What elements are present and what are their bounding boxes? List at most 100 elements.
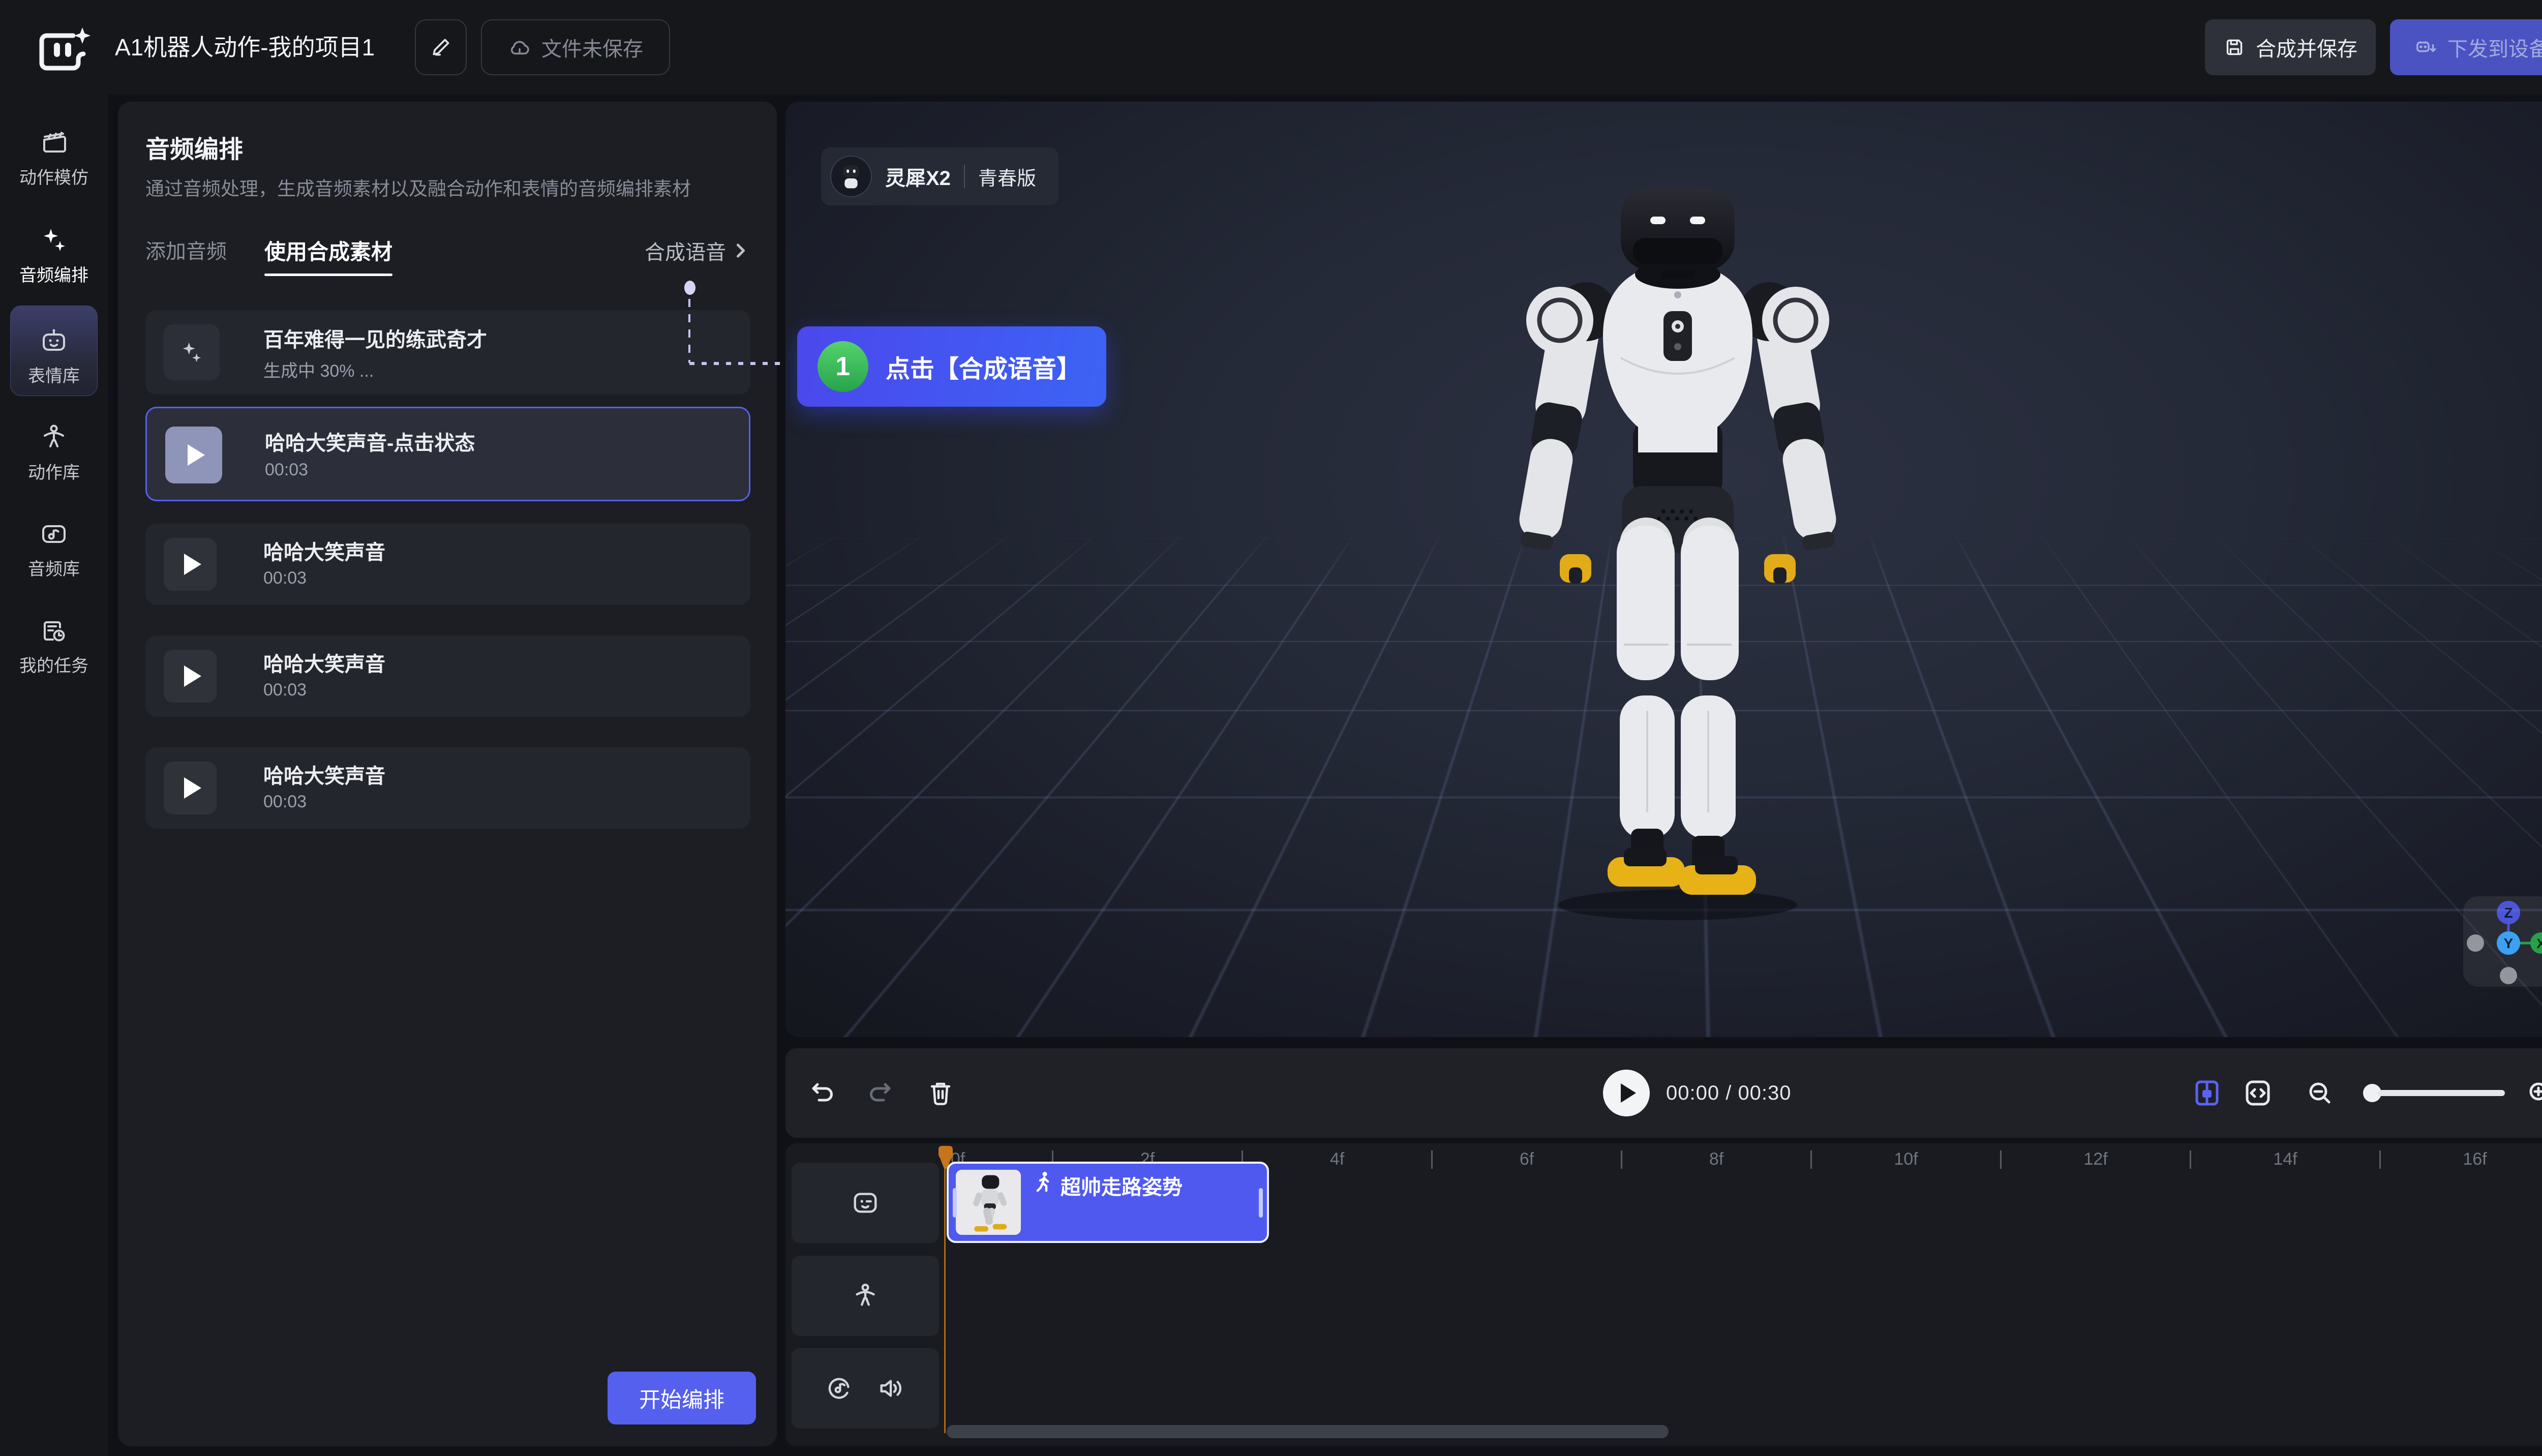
sidebar-item-motion-mimic[interactable]: 动作模仿 — [0, 128, 108, 189]
zoom-in-button[interactable] — [2525, 1078, 2542, 1108]
rename-button[interactable] — [415, 19, 467, 75]
play-button[interactable] — [164, 762, 217, 814]
audio-card-generating[interactable]: 百年难得一见的练武奇才 生成中 30% ... — [145, 310, 750, 395]
audio-card-duration: 00:03 — [263, 680, 307, 700]
audio-card[interactable]: 哈哈大笑声音 00:03 — [145, 635, 750, 717]
ruler-label: 8f — [1686, 1149, 1747, 1169]
delete-button[interactable] — [926, 1078, 955, 1107]
sidebar-label: 表情库 — [0, 362, 108, 387]
sidebar-label: 动作模仿 — [0, 164, 108, 189]
playhead-line[interactable] — [944, 1146, 946, 1433]
ruler-label: 6f — [1496, 1149, 1557, 1169]
clapperboard-icon — [40, 128, 68, 157]
playback-toolbar: 00:00 / 00:30 — [785, 1048, 2542, 1138]
timeline-horizontal-scrollbar[interactable] — [947, 1425, 1669, 1438]
deploy-to-device-button[interactable]: 下发到设备 — [2390, 19, 2542, 75]
undo-button[interactable] — [807, 1078, 836, 1107]
svg-text:Z: Z — [2504, 905, 2513, 921]
sidebar-item-motion-library[interactable]: 动作库 — [0, 423, 108, 483]
audio-card-duration: 00:03 — [263, 568, 307, 588]
ruler-tick — [1621, 1150, 1622, 1169]
robot-model[interactable] — [1500, 187, 1856, 929]
guide-tooltip-text: 点击【合成语音】 — [886, 349, 1081, 384]
sparkle-tile-icon — [164, 324, 220, 380]
tab-use-synth-material[interactable]: 使用合成素材 — [264, 235, 392, 266]
panel-title: 音频编排 — [145, 129, 243, 165]
play-button[interactable] — [165, 427, 222, 483]
auto-snap-toggle[interactable] — [2192, 1078, 2222, 1108]
play-button[interactable] — [164, 650, 217, 703]
time-display: 00:00 / 00:30 — [1666, 1048, 1792, 1138]
play-icon — [188, 444, 205, 466]
play-icon — [1621, 1083, 1636, 1103]
robot-avatar — [830, 156, 872, 197]
tab-add-audio[interactable]: 添加音频 — [145, 235, 227, 264]
clip-thumbnail — [956, 1170, 1021, 1235]
synthesize-voice-link[interactable]: 合成语音 — [645, 236, 748, 265]
chevron-right-icon — [733, 240, 748, 261]
app-window: A1机器人动作-我的项目1 文件未保存 合成并保存 下发 — [0, 0, 2542, 1456]
music-disc-icon — [825, 1374, 854, 1403]
audio-card-title: 哈哈大笑声音-点击状态 — [265, 427, 475, 456]
timeline-clip-walk-pose[interactable]: 超帅走路姿势 — [947, 1162, 1269, 1243]
audio-card[interactable]: 哈哈大笑声音 00:03 — [145, 747, 750, 829]
clip-trim-handle-right[interactable] — [1259, 1188, 1263, 1218]
ruler-tick — [1810, 1150, 1812, 1169]
audio-card-icon — [40, 520, 68, 548]
robot-download-icon — [2414, 36, 2437, 59]
audio-card-title: 百年难得一见的练武奇才 — [263, 323, 487, 353]
ruler-tick — [1431, 1150, 1433, 1169]
ruler-tick — [2000, 1150, 2002, 1169]
motion-track-header[interactable] — [792, 1256, 939, 1336]
guide-dashed-line-vertical — [688, 299, 690, 363]
sidebar-item-audio-library[interactable]: 音频库 — [0, 520, 108, 580]
expression-track-header[interactable] — [792, 1163, 939, 1243]
sidebar-item-my-tasks[interactable]: 我的任务 — [0, 616, 108, 677]
audio-card-title: 哈哈大笑声音 — [263, 760, 385, 789]
axis-gizmo[interactable]: Z Y X — [2463, 896, 2542, 987]
audio-card-title: 哈哈大笑声音 — [263, 536, 385, 565]
sidebar-label: 动作库 — [0, 459, 108, 483]
timeline-play-button[interactable] — [1603, 1070, 1650, 1116]
audio-card[interactable]: 哈哈大笑声音 00:03 — [145, 524, 750, 605]
badge-divider — [964, 165, 965, 188]
wink-face-icon — [851, 1188, 880, 1218]
play-icon — [184, 665, 201, 687]
svg-text:X: X — [2536, 936, 2542, 951]
sidebar-label: 我的任务 — [0, 652, 108, 677]
zoom-out-button[interactable] — [2305, 1078, 2335, 1108]
ruler-label: 10f — [1875, 1149, 1936, 1169]
file-status-button[interactable]: 文件未保存 — [481, 19, 670, 75]
speaker-icon — [876, 1374, 906, 1403]
redo-button[interactable] — [866, 1078, 896, 1107]
fit-timeline-button[interactable] — [2243, 1078, 2273, 1108]
app-logo-icon — [37, 21, 94, 73]
play-button[interactable] — [164, 538, 217, 591]
active-tab-underline — [264, 274, 392, 276]
ruler-tick — [2379, 1150, 2381, 1169]
clip-label: 超帅走路姿势 — [1061, 1171, 1183, 1200]
project-title: A1机器人动作-我的项目1 — [115, 0, 375, 95]
guide-dot — [684, 281, 695, 295]
zoom-slider-track[interactable] — [2378, 1090, 2505, 1096]
sparkles-icon — [40, 226, 68, 254]
panel-description: 通过音频处理，生成音频素材以及融合动作和表情的音频编排素材 — [145, 176, 750, 202]
guide-tooltip[interactable]: 1 点击【合成语音】 — [797, 326, 1106, 407]
audio-track-header[interactable] — [792, 1348, 939, 1429]
deploy-to-device-label: 下发到设备 — [2447, 33, 2542, 62]
sidebar-item-expression-library[interactable]: 表情库 — [0, 326, 108, 387]
top-bar: A1机器人动作-我的项目1 文件未保存 合成并保存 下发 — [0, 0, 2542, 95]
start-arrange-button[interactable]: 开始编排 — [608, 1372, 756, 1424]
clip-trim-handle-left[interactable] — [953, 1188, 957, 1218]
audio-card-selected[interactable]: 哈哈大笑声音-点击状态 00:03 — [145, 407, 750, 501]
sidebar-item-audio-arrange[interactable]: 音频编排 — [0, 226, 108, 286]
3d-viewport[interactable]: 灵犀X2 青春版 1 点击【合成语音】 Z Y X — [785, 102, 2542, 1037]
cloud-icon — [508, 36, 531, 59]
play-icon — [184, 554, 201, 575]
model-badge[interactable]: 灵犀X2 青春版 — [821, 147, 1058, 205]
model-edition: 青春版 — [978, 163, 1036, 191]
guide-dotted-line-horizontal — [689, 362, 797, 365]
pencil-icon — [430, 36, 452, 58]
synthesize-save-button[interactable]: 合成并保存 — [2205, 19, 2376, 75]
model-name: 灵犀X2 — [885, 162, 951, 191]
